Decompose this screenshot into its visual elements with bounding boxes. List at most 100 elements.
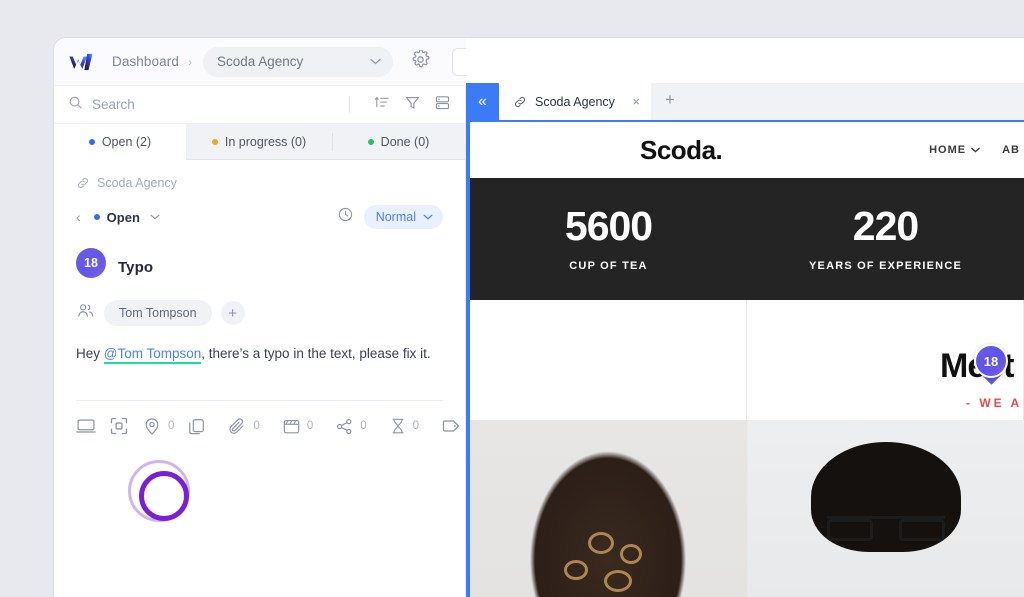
settings-gear-button[interactable] xyxy=(411,48,430,74)
hourglass-icon[interactable]: 0 xyxy=(389,417,419,435)
gear-icon xyxy=(412,48,430,67)
tag-icon[interactable] xyxy=(441,416,461,436)
task-action-toolbar: 0 0 0 0 0 xyxy=(76,416,544,436)
attachment-icon[interactable]: 0 xyxy=(228,417,260,436)
stat-years-of-experience: 220 YEARS OF EXPERIENCE xyxy=(747,203,1024,273)
status-dot-open-current xyxy=(93,214,100,220)
project-selector-label: Scoda Agency xyxy=(216,54,304,69)
status-tab-done-label: Done (0) xyxy=(380,134,430,149)
pin-location-icon[interactable]: 0 xyxy=(142,416,174,436)
search-row xyxy=(54,86,465,124)
website-stats-band: 5600 CUP OF TEA 220 YEARS OF EXPERIENCE xyxy=(470,178,1024,300)
copy-icon[interactable] xyxy=(187,417,206,436)
comment-prefix: Hey xyxy=(76,346,104,361)
website-menu-item-home[interactable]: HOME xyxy=(929,144,980,156)
website-photo-row xyxy=(470,420,1024,597)
chevron-down-icon xyxy=(370,58,381,65)
new-tab-button[interactable]: + xyxy=(665,90,675,110)
photo-glasses-shape xyxy=(826,516,945,541)
stat-cup-of-tea-number: 5600 xyxy=(564,203,653,249)
toolbar-divider xyxy=(349,96,350,113)
project-breadcrumb-link[interactable]: Scoda Agency xyxy=(76,176,443,190)
photo-curl xyxy=(604,570,632,592)
share-count: 0 xyxy=(360,420,367,433)
status-tab-open-label: Open (2) xyxy=(101,134,152,149)
status-tab-open[interactable]: Open (2) xyxy=(54,124,186,160)
stat-cup-of-tea-caption: CUP OF TEA xyxy=(569,260,648,272)
task-sidebar: Open (2) In progress (0) Done (0) Scoda … xyxy=(54,86,544,597)
hourglass-count: 0 xyxy=(412,420,420,433)
priority-label: Normal xyxy=(375,210,416,224)
comment-mention[interactable]: @Tom Tompson xyxy=(103,346,202,364)
project-breadcrumb-label: Scoda Agency xyxy=(97,176,177,190)
status-tab-inprogress-label: In progress (0) xyxy=(224,134,307,149)
website-task-pin-marker[interactable]: 18 xyxy=(974,344,1008,386)
weje-logo-icon[interactable] xyxy=(68,51,98,73)
chevron-left-icon[interactable]: ‹ xyxy=(76,209,81,225)
breadcrumb-separator: › xyxy=(187,54,192,69)
assignee-chip[interactable]: Tom Tompson xyxy=(104,300,212,326)
website-meet-subtitle: - WE A xyxy=(966,396,1023,410)
search-icon xyxy=(68,95,83,115)
photo-curl xyxy=(588,532,614,554)
share-icon[interactable]: 0 xyxy=(335,417,367,436)
status-tab-inprogress[interactable]: In progress (0) xyxy=(186,124,332,160)
glasses-lens-left xyxy=(826,519,873,541)
layout-icon[interactable] xyxy=(434,94,451,116)
status-tab-done[interactable]: Done (0) xyxy=(332,124,465,160)
task-nav-row: ‹ Open Normal xyxy=(76,204,443,230)
clock-icon[interactable] xyxy=(337,206,354,228)
cursor-focus-indicator xyxy=(128,460,190,522)
project-selector[interactable]: Scoda Agency xyxy=(202,46,393,77)
link-icon xyxy=(514,96,526,107)
search-input[interactable] xyxy=(92,97,345,112)
close-icon[interactable]: × xyxy=(632,94,640,109)
glasses-lens-right xyxy=(898,519,945,541)
browser-tabstrip: Scoda Agency × + xyxy=(466,83,1024,120)
status-dot-done xyxy=(367,138,374,145)
attachment-count: 0 xyxy=(253,420,260,433)
team-photo-right xyxy=(747,420,1024,597)
website-menu-home-label: HOME xyxy=(929,144,967,156)
screenshot-icon[interactable] xyxy=(76,416,96,436)
task-header: 18 Typo xyxy=(76,248,443,286)
photo-curl xyxy=(564,560,588,580)
video-icon[interactable]: 0 xyxy=(282,417,313,436)
video-count: 0 xyxy=(306,420,314,433)
stat-years-caption: YEARS OF EXPERIENCE xyxy=(809,260,962,272)
chevron-down-icon xyxy=(971,147,980,153)
meet-column-left xyxy=(470,300,747,420)
website-viewport: Scoda. HOME AB 5600 CUP OF TEA 220 YEARS… xyxy=(466,120,1024,597)
status-tabs: Open (2) In progress (0) Done (0) xyxy=(54,124,465,160)
browser-tab-label: Scoda Agency xyxy=(535,94,615,109)
add-assignee-button[interactable]: + xyxy=(220,301,245,325)
website-task-pin-number: 18 xyxy=(974,344,1008,378)
comment-suffix: , there’s a typo in the text, please fix… xyxy=(201,346,431,361)
browser-tab-scoda-agency[interactable]: Scoda Agency × xyxy=(499,83,651,120)
team-photo-left xyxy=(470,420,748,597)
task-detail: Scoda Agency ‹ Open Normal 18 Typo Tom T… xyxy=(54,160,544,436)
priority-dropdown[interactable]: Normal xyxy=(363,205,443,229)
browser-preview-panel: Scoda Agency × + « Scoda. HOME AB 5600 C… xyxy=(466,38,1024,597)
chevron-down-icon xyxy=(423,214,433,220)
collapse-sidebar-button[interactable]: « xyxy=(466,83,499,120)
task-nav-right: Normal xyxy=(337,205,443,229)
task-pin-marker[interactable]: 18 xyxy=(76,248,106,286)
pin-location-count: 0 xyxy=(168,420,175,433)
focus-target-icon[interactable] xyxy=(109,416,129,436)
task-title: Typo xyxy=(118,258,154,276)
photo-curl xyxy=(620,544,642,564)
website-menu-item-about[interactable]: AB xyxy=(1002,144,1020,156)
people-icon xyxy=(76,301,95,325)
task-status-dropdown[interactable]: Open xyxy=(93,210,160,225)
sort-icon[interactable] xyxy=(374,94,391,116)
website-logo[interactable]: Scoda. xyxy=(640,135,723,166)
stat-cup-of-tea: 5600 CUP OF TEA xyxy=(470,203,747,273)
chevron-down-icon xyxy=(150,214,160,220)
website-nav: Scoda. HOME AB xyxy=(470,122,1024,178)
website-menu: HOME AB xyxy=(929,144,1020,156)
breadcrumb-dashboard[interactable]: Dashboard xyxy=(112,54,179,69)
website-meet-band: Meet - WE A 18 xyxy=(470,300,1024,420)
stat-years-number: 220 xyxy=(852,203,919,249)
filter-icon[interactable] xyxy=(404,94,421,116)
